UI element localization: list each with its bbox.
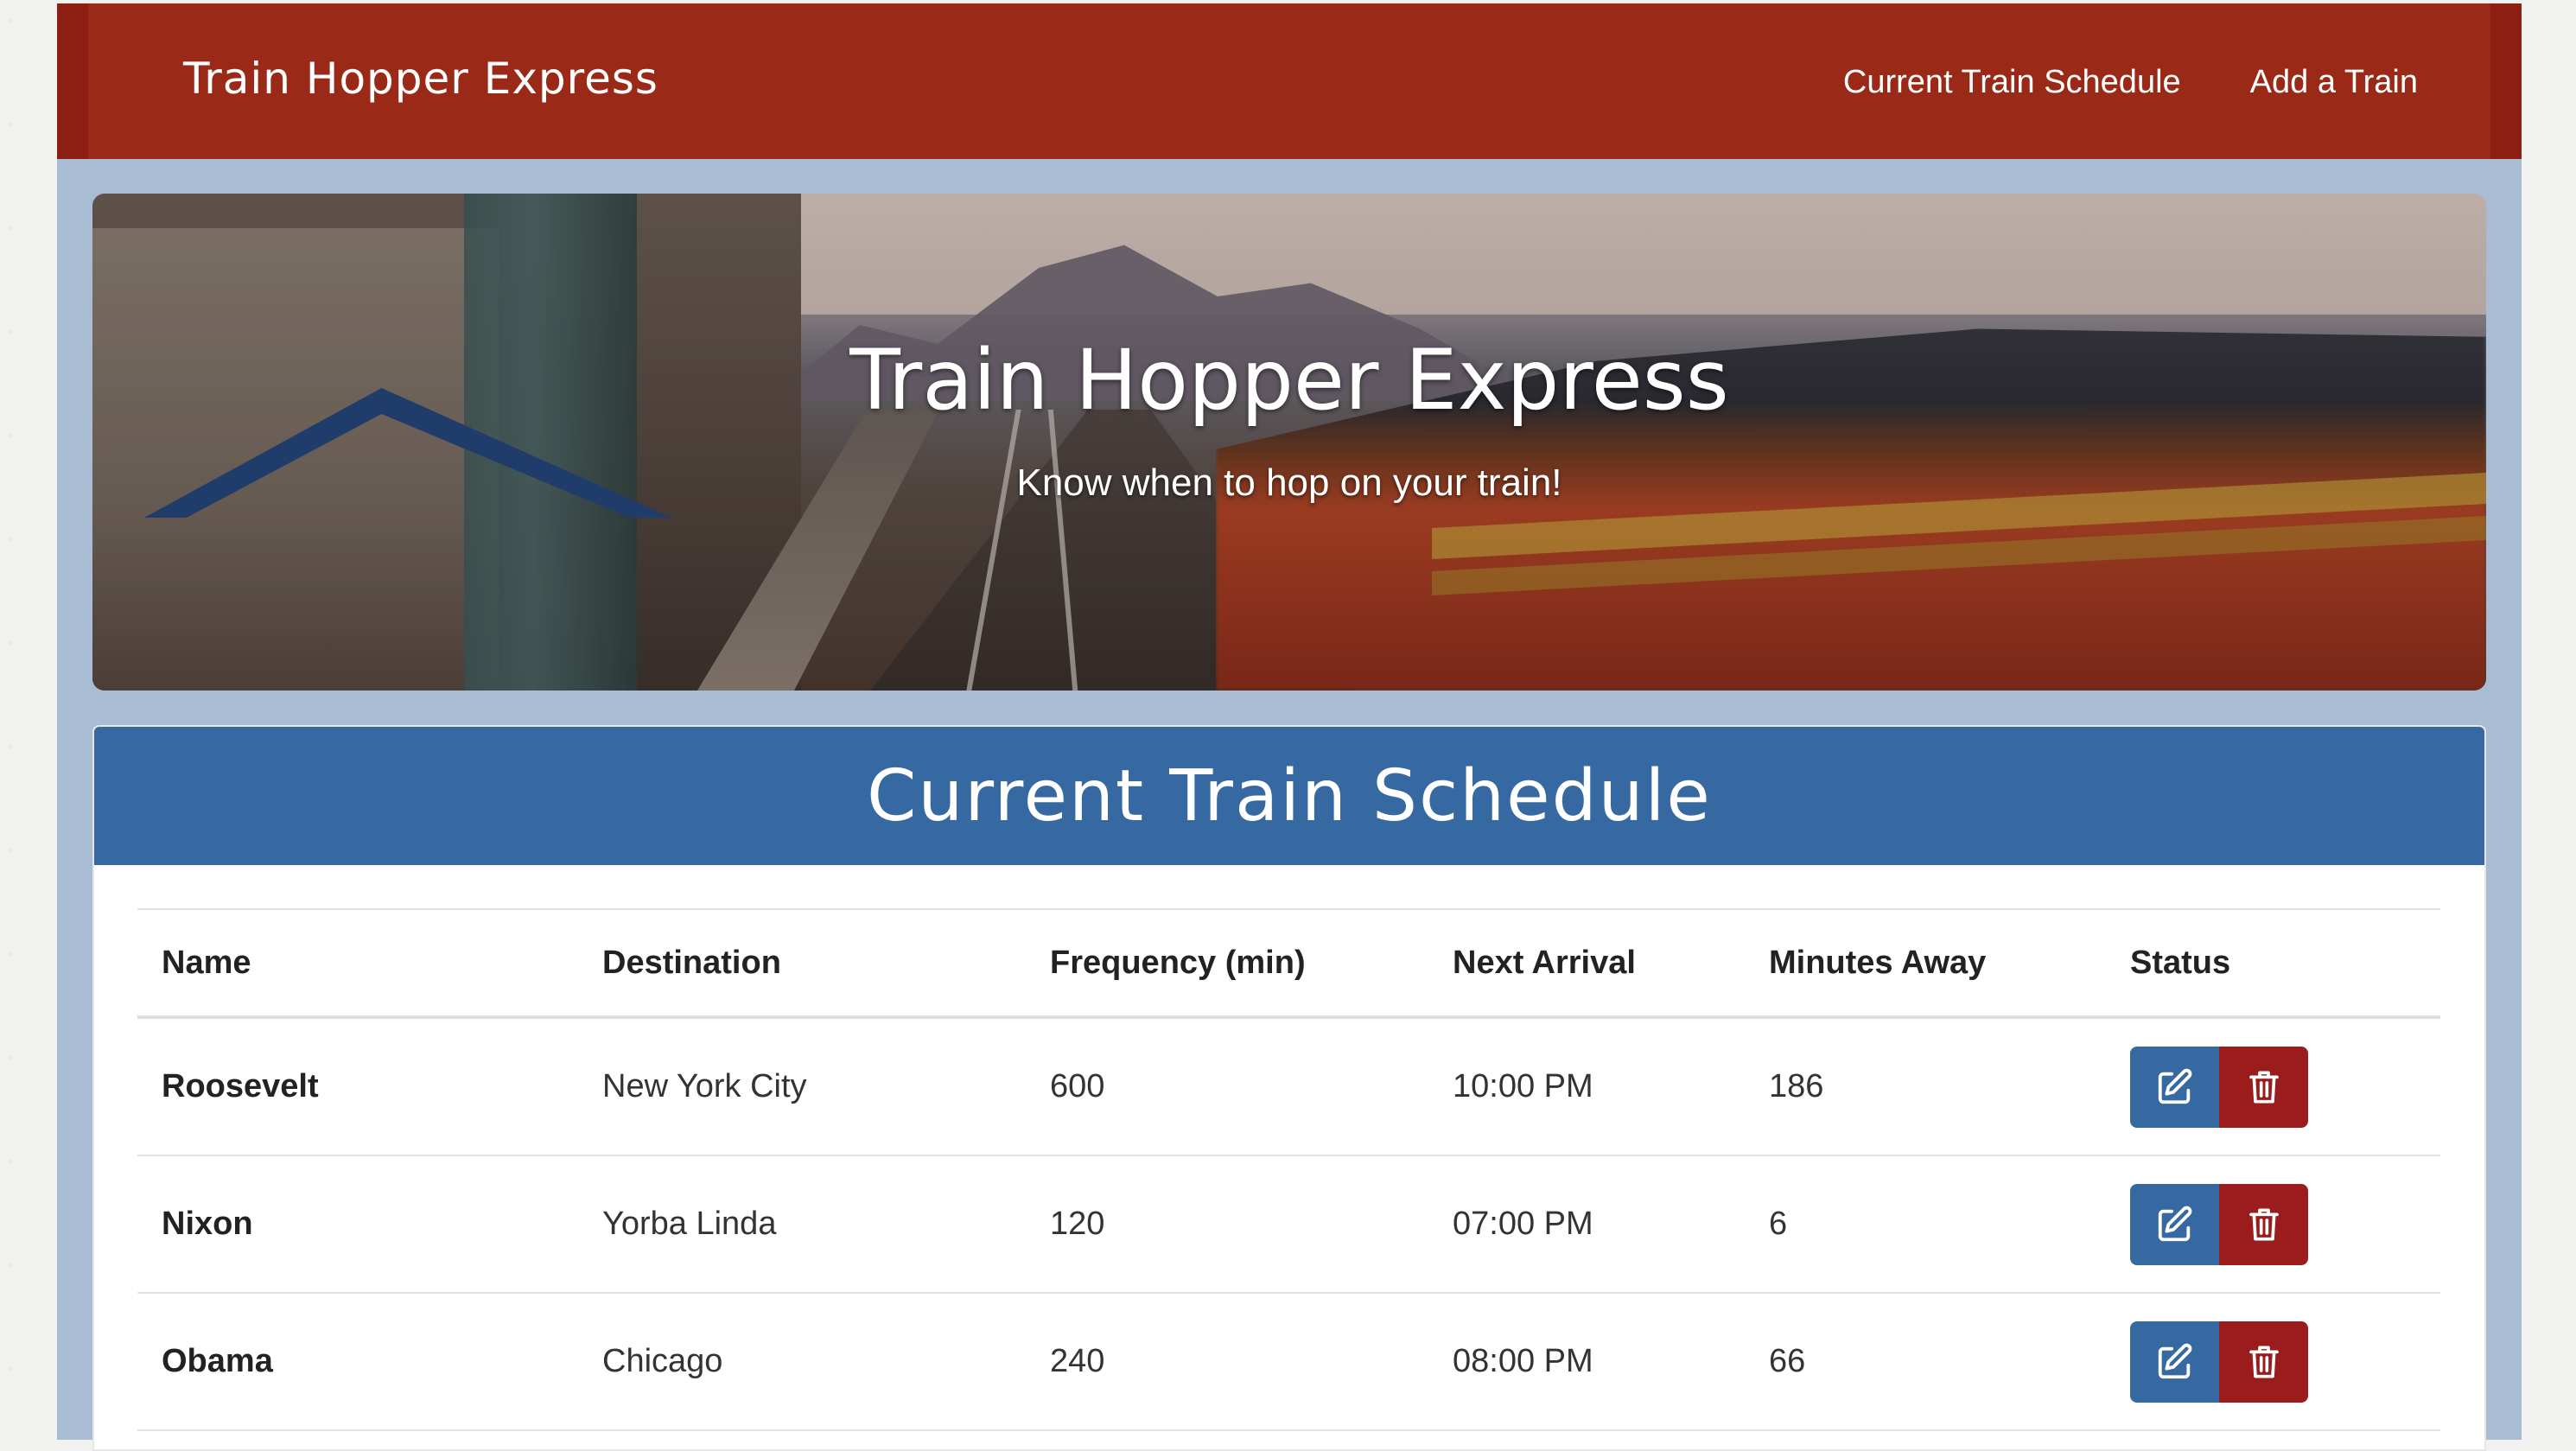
edit-icon: [2155, 1342, 2195, 1382]
hero-title: Train Hopper Express: [849, 332, 1729, 429]
train-minutes-away: 66: [1745, 1293, 2106, 1431]
hero-overlay: [92, 194, 2486, 690]
row-action-buttons: [2130, 1183, 2308, 1265]
train-next-arrival: 07:00 PM: [1428, 1155, 1745, 1294]
train-frequency: 240: [1026, 1293, 1428, 1431]
trash-icon: [2247, 1343, 2281, 1381]
edit-button[interactable]: [2130, 1046, 2219, 1128]
train-name: Roosevelt: [137, 1017, 578, 1156]
delete-button[interactable]: [2219, 1321, 2308, 1403]
train-status: [2106, 1293, 2440, 1431]
column-header-status: Status: [2106, 908, 2440, 1019]
train-destination: Yorba Linda: [578, 1155, 1026, 1294]
trash-icon: [2247, 1206, 2281, 1244]
column-header-next-arrival: Next Arrival: [1428, 908, 1745, 1019]
trash-icon: [2247, 1068, 2281, 1106]
train-minutes-away: 6: [1745, 1155, 2106, 1294]
nav-links: Current Train Schedule Add a Train: [1843, 64, 2418, 101]
nav-link-current-schedule[interactable]: Current Train Schedule: [1843, 64, 2181, 101]
train-minutes-away: 186: [1745, 1017, 2106, 1156]
table-body: Roosevelt New York City 600 10:00 PM 186: [137, 1017, 2440, 1431]
edit-icon: [2155, 1067, 2195, 1107]
schedule-title: Current Train Schedule: [867, 754, 1712, 837]
schedule-table: Name Destination Frequency (min) Next Ar…: [137, 908, 2440, 1431]
train-next-arrival: 08:00 PM: [1428, 1293, 1745, 1431]
train-status: [2106, 1155, 2440, 1294]
nav-link-add-train[interactable]: Add a Train: [2250, 64, 2418, 101]
table-row: Nixon Yorba Linda 120 07:00 PM 6: [137, 1155, 2440, 1294]
edit-button[interactable]: [2130, 1321, 2219, 1403]
schedule-table-wrapper: Name Destination Frequency (min) Next Ar…: [137, 908, 2440, 1431]
navbar: Train Hopper Express Current Train Sched…: [57, 3, 2522, 159]
table-head: Name Destination Frequency (min) Next Ar…: [137, 908, 2440, 1019]
edit-icon: [2155, 1205, 2195, 1244]
train-status: [2106, 1017, 2440, 1156]
delete-button[interactable]: [2219, 1183, 2308, 1265]
navbar-brand[interactable]: Train Hopper Express: [183, 54, 658, 104]
schedule-panel-header: Current Train Schedule: [94, 727, 2484, 865]
column-header-minutes-away: Minutes Away: [1745, 908, 2106, 1019]
page-frame: Train Hopper Express Current Train Sched…: [57, 3, 2522, 1451]
column-header-destination: Destination: [578, 908, 1026, 1019]
column-header-name: Name: [137, 908, 578, 1019]
column-header-frequency: Frequency (min): [1026, 908, 1428, 1019]
edit-button[interactable]: [2130, 1183, 2219, 1265]
hero-banner: Train Hopper Express Know when to hop on…: [92, 194, 2486, 690]
row-action-buttons: [2130, 1046, 2308, 1128]
train-name: Obama: [137, 1293, 578, 1431]
train-destination: Chicago: [578, 1293, 1026, 1431]
train-frequency: 600: [1026, 1017, 1428, 1156]
table-row: Obama Chicago 240 08:00 PM 66: [137, 1293, 2440, 1431]
table-header-row: Name Destination Frequency (min) Next Ar…: [137, 908, 2440, 1019]
delete-button[interactable]: [2219, 1046, 2308, 1128]
schedule-panel: Current Train Schedule Name Destination …: [92, 725, 2486, 1451]
row-action-buttons: [2130, 1321, 2308, 1403]
table-row: Roosevelt New York City 600 10:00 PM 186: [137, 1017, 2440, 1156]
hero-subtitle: Know when to hop on your train!: [1016, 461, 1562, 504]
train-frequency: 120: [1026, 1155, 1428, 1294]
train-name: Nixon: [137, 1155, 578, 1294]
train-next-arrival: 10:00 PM: [1428, 1017, 1745, 1156]
train-destination: New York City: [578, 1017, 1026, 1156]
